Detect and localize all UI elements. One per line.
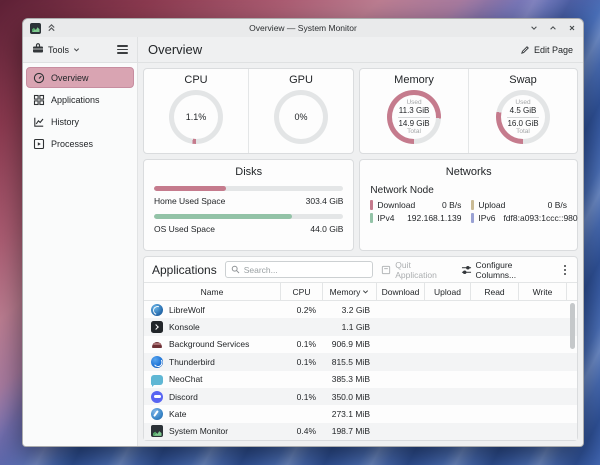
kate-icon — [151, 408, 163, 420]
swap-gauge: Swap Used 4.5 GiB 16.0 GiB Total — [468, 69, 577, 153]
table-row[interactable]: Thunderbird 0.1% 815.5 MiB — [144, 353, 577, 370]
background-services-icon — [151, 338, 163, 350]
table-header: Name CPU Memory Download Upload Read Wri… — [144, 282, 577, 301]
desktop-wallpaper: Overview — System Monitor — [0, 0, 600, 465]
memory-gauge: Memory Used 11.3 GiB 14.9 GiB Total — [360, 69, 468, 153]
table-row[interactable]: LibreWolf 0.2% 3.2 GiB — [144, 301, 577, 318]
memory-used-value: 11.3 GiB — [399, 106, 430, 115]
download-stat: Download 0 B/s — [370, 200, 461, 210]
column-header-cpu[interactable]: CPU — [281, 283, 323, 300]
tools-label: Tools — [48, 45, 69, 55]
home-used-bar — [154, 186, 343, 191]
sidebar-item-processes[interactable]: Processes — [26, 133, 134, 154]
column-header-memory[interactable]: Memory — [323, 283, 377, 300]
table-row[interactable]: NeoChat 385.3 MiB — [144, 371, 577, 388]
gpu-usage-value: 0% — [295, 112, 308, 122]
system-monitor-window: Overview — System Monitor — [22, 18, 584, 447]
search-icon — [231, 265, 240, 274]
cpu-gpu-card: CPU 1.1% GPU 0% — [143, 68, 354, 154]
os-used-label: OS Used Space — [154, 224, 215, 234]
overflow-menu-icon[interactable] — [561, 265, 569, 275]
sidebar-item-applications[interactable]: Applications — [26, 89, 134, 110]
overview-page: CPU 1.1% GPU 0% Memory Used — [138, 63, 583, 446]
memory-swap-card: Memory Used 11.3 GiB 14.9 GiB Total Swap — [359, 68, 578, 154]
column-header-upload[interactable]: Upload — [425, 283, 471, 300]
sidebar-item-history[interactable]: History — [26, 111, 134, 132]
edit-page-button[interactable]: Edit Page — [520, 45, 573, 55]
konsole-icon — [151, 321, 163, 333]
home-used-label: Home Used Space — [154, 196, 225, 206]
search-box[interactable] — [225, 261, 374, 278]
table-row[interactable]: Kate 273.1 MiB — [144, 405, 577, 422]
table-row[interactable]: Background Services 0.1% 906.9 MiB — [144, 336, 577, 353]
toolbox-icon — [32, 43, 44, 56]
thunderbird-icon — [151, 356, 163, 368]
configure-columns-button[interactable]: Configure Columns... — [461, 260, 553, 280]
applications-title: Applications — [152, 263, 217, 277]
close-icon[interactable] — [568, 24, 576, 32]
column-header-read[interactable]: Read — [471, 283, 519, 300]
table-row[interactable]: Discord 0.1% 350.0 MiB — [144, 388, 577, 405]
ipv4-stat: IPv4 192.168.1.139 — [370, 213, 461, 223]
home-used-value: 303.4 GiB — [306, 196, 344, 206]
tools-menu-button[interactable]: Tools — [32, 43, 80, 56]
chevron-down-icon — [73, 46, 80, 53]
discord-icon — [151, 391, 163, 403]
scrollbar-thumb[interactable] — [570, 303, 575, 349]
os-used-value: 44.0 GiB — [310, 224, 343, 234]
table-row[interactable]: Konsole 1.1 GiB — [144, 318, 577, 335]
table-row[interactable]: System Monitor 0.4% 198.7 MiB — [144, 423, 577, 440]
neochat-icon — [151, 375, 163, 385]
networks-card: Networks Network Node Download 0 B/s Upl… — [359, 159, 578, 251]
disks-card: Disks Home Used Space 303.4 GiB OS Used … — [143, 159, 354, 251]
titlebar[interactable]: Overview — System Monitor — [23, 19, 583, 37]
memory-total-value: 14.9 GiB — [398, 119, 429, 128]
os-used-bar — [154, 214, 343, 219]
ipv4-marker — [370, 213, 373, 223]
search-input[interactable] — [244, 265, 368, 275]
table-body: LibreWolf 0.2% 3.2 GiB Konsole 1.1 GiB — [144, 301, 577, 440]
hamburger-menu-icon[interactable] — [117, 45, 128, 53]
window-title: Overview — System Monitor — [23, 23, 583, 33]
column-header-write[interactable]: Write — [519, 283, 567, 300]
upload-marker — [471, 200, 474, 210]
grid-icon — [33, 94, 45, 106]
gpu-gauge: GPU 0% — [248, 69, 353, 153]
pencil-icon — [520, 45, 530, 55]
download-marker — [370, 200, 373, 210]
cpu-gauge: CPU 1.1% — [144, 69, 248, 153]
sort-descending-icon — [362, 288, 369, 295]
sidebar-item-overview[interactable]: Overview — [26, 67, 134, 88]
system-monitor-app-icon — [30, 23, 41, 34]
swap-used-value: 4.5 GiB — [510, 106, 537, 115]
minimize-icon[interactable] — [530, 24, 538, 32]
network-node-title: Network Node — [370, 185, 567, 196]
process-icon — [33, 138, 45, 150]
swap-total-value: 16.0 GiB — [507, 119, 538, 128]
quit-application-button[interactable]: Quit Application — [381, 260, 452, 280]
keep-above-icon[interactable] — [47, 19, 56, 37]
configure-columns-icon — [461, 265, 472, 275]
quit-application-icon — [381, 265, 391, 275]
speedometer-icon — [33, 72, 45, 84]
upload-stat: Upload 0 B/s — [471, 200, 567, 210]
maximize-icon[interactable] — [549, 24, 557, 32]
sidebar: Overview Applications History Processes — [23, 63, 138, 446]
column-header-download[interactable]: Download — [377, 283, 425, 300]
toolbar: Tools Overview Edit Page — [23, 37, 583, 63]
column-header-name[interactable]: Name — [144, 283, 281, 300]
page-title: Overview — [148, 42, 202, 57]
chart-icon — [33, 116, 45, 128]
applications-panel: Applications Quit Application Configure … — [143, 256, 578, 441]
system-monitor-icon — [151, 425, 163, 437]
cpu-usage-value: 1.1% — [186, 112, 207, 122]
ipv6-marker — [471, 213, 474, 223]
ipv6-stat: IPv6 fdf8:a093:1ccc::980 — [471, 213, 567, 223]
librewolf-icon — [151, 304, 163, 316]
